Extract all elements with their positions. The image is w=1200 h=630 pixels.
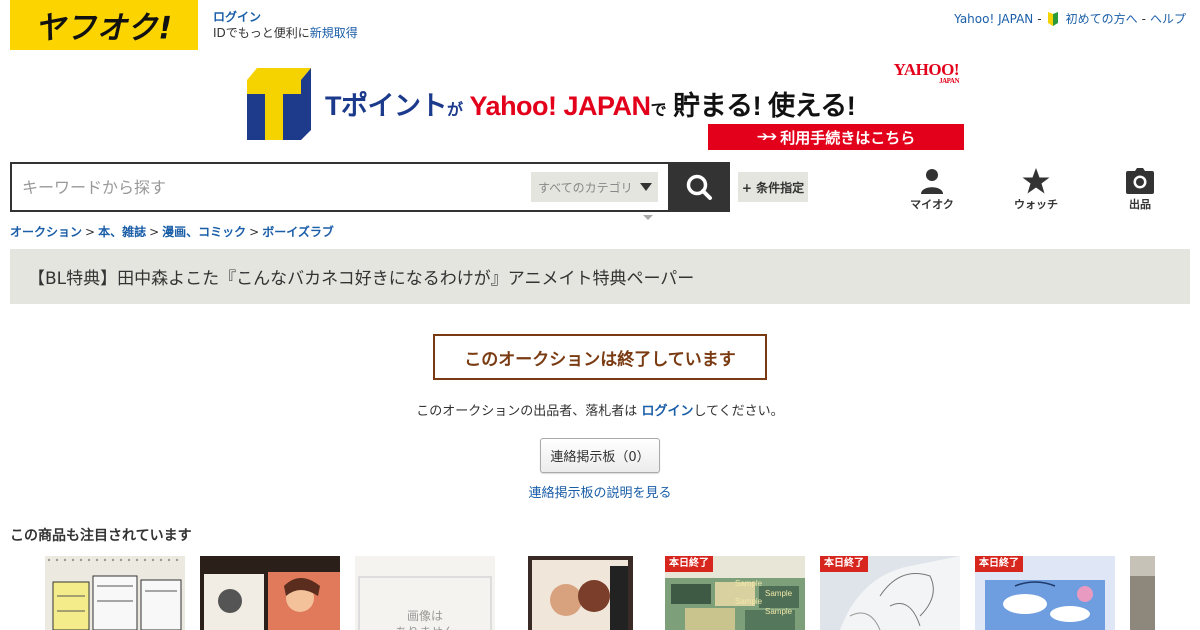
yahoo-japan-link[interactable]: Yahoo! JAPAN (954, 12, 1033, 26)
category-select-label: すべてのカテゴリ (538, 180, 633, 195)
ended-login-note: このオークションの出品者、落札者は ログインしてください。 (0, 400, 1200, 419)
beginners-link[interactable]: 初めての方へ (1066, 10, 1138, 27)
banner-cta-label: 利用手続きはこちら (780, 128, 916, 147)
recommend-item[interactable]: 本日終了 (820, 556, 960, 630)
nav-myauc[interactable]: マイオク (880, 168, 984, 212)
recommend-item[interactable] (200, 556, 340, 630)
brand-small-text: JAPAN (939, 77, 959, 85)
search-icon (686, 174, 712, 200)
ending-today-badge: 本日終了 (820, 556, 868, 572)
svg-text:Sample: Sample (735, 597, 763, 606)
star-icon (1022, 168, 1050, 194)
search-input[interactable] (12, 164, 531, 210)
nav-sell-label: 出品 (1129, 198, 1151, 211)
recommend-item[interactable] (45, 556, 185, 630)
recommend-item[interactable]: 本日終了 Sample Sample Sample Sample (665, 556, 805, 630)
svg-text:Sample: Sample (735, 579, 763, 588)
search-box: すべてのカテゴリ (10, 162, 670, 212)
search-button[interactable] (668, 162, 730, 212)
auction-title-bar: 【BL特典】田中森よこた『こんなバカネコ好きになるわけが』アニメイト特典ペーパー (10, 249, 1190, 304)
login-link[interactable]: ログイン (213, 9, 358, 25)
tpoint-cube-icon (247, 68, 311, 140)
board-help: 連絡掲示板の説明を見る (0, 482, 1200, 501)
breadcrumb-item[interactable]: 本、雑誌 (98, 225, 146, 239)
breadcrumb: オークション > 本、雑誌 > 漫画、コミック > ボーイズラブ (10, 223, 334, 240)
breadcrumb-item[interactable]: オークション (10, 225, 82, 239)
recommend-item[interactable] (510, 556, 650, 630)
svg-text:Sample: Sample (765, 607, 793, 616)
recommend-item[interactable]: 画像は ありません (355, 556, 495, 630)
item-thumbnail (510, 556, 650, 630)
recommend-list: 画像は ありません 本日終了 SampleSampleSampleSample … (45, 556, 1155, 630)
auction-ended-notice: このオークションは終了しています (433, 334, 767, 380)
ending-today-badge: 本日終了 (975, 556, 1023, 572)
beginner-mark-icon (1047, 11, 1058, 26)
banner-de: で (650, 102, 667, 119)
banner-tamaru: 貯まる! 使える! (673, 91, 856, 121)
breadcrumb-item[interactable]: ボーイズラブ (262, 225, 334, 239)
link-sep: - (1141, 11, 1146, 26)
nav-watch[interactable]: ウォッチ (984, 168, 1088, 212)
banner-cta-button[interactable]: ➔➔ 利用手続きはこちら (708, 124, 964, 150)
nav-icons: マイオク ウォッチ 出品 (880, 168, 1192, 212)
small-triangle-icon (643, 215, 653, 220)
recommend-item[interactable]: 本日終了 (975, 556, 1115, 630)
top-links: Yahoo! JAPAN - 初めての方へ - ヘルプ (954, 10, 1186, 27)
login-sub: IDでもっと便利に新規取得 (213, 25, 358, 41)
logo-text: ヤフオク! (34, 10, 174, 48)
yahuoku-logo[interactable]: ヤフオク! (10, 0, 198, 50)
item-thumbnail (200, 556, 340, 630)
note-before: このオークションの出品者、落札者は (416, 404, 642, 419)
banner-headline: Tポイントが Yahoo! JAPANで 貯まる! 使える! (325, 84, 856, 123)
banner-yahoo-japan: Yahoo! JAPAN (469, 91, 652, 121)
nav-sell[interactable]: 出品 (1088, 168, 1192, 212)
item-thumbnail (45, 556, 185, 630)
board-button[interactable]: 連絡掲示板（0） (540, 438, 660, 473)
svg-text:Sample: Sample (765, 589, 793, 598)
note-after: してください。 (693, 404, 784, 419)
nav-myauc-label: マイオク (910, 198, 954, 211)
breadcrumb-item[interactable]: 漫画、コミック (162, 225, 246, 239)
arrows-icon: ➔➔ (756, 129, 778, 145)
no-image-placeholder: 画像は ありません (358, 576, 492, 630)
chevron-down-icon (640, 183, 652, 191)
recommend-item[interactable] (1130, 556, 1155, 630)
conditions-button[interactable]: + 条件指定 (738, 172, 808, 202)
link-sep: - (1037, 11, 1042, 26)
recommend-heading: この商品も注目されています (10, 528, 192, 544)
note-login-link[interactable]: ログイン (641, 404, 693, 419)
breadcrumb-sep: > (249, 225, 260, 239)
banner-ga: が (447, 102, 463, 119)
register-link[interactable]: 新規取得 (310, 26, 358, 40)
login-box: ログイン IDでもっと便利に新規取得 (213, 9, 358, 41)
yahoo-brand-logo: YAHOO! JAPAN (894, 61, 960, 85)
help-link[interactable]: ヘルプ (1150, 10, 1186, 27)
item-thumbnail (1130, 556, 1155, 630)
breadcrumb-sep: > (85, 225, 96, 239)
breadcrumb-sep: > (149, 225, 160, 239)
auction-title: 【BL特典】田中森よこた『こんなバカネコ好きになるわけが』アニメイト特典ペーパー (28, 269, 695, 289)
category-select[interactable]: すべてのカテゴリ (531, 172, 658, 202)
login-sub-text: IDでもっと便利に (213, 26, 310, 40)
nav-watch-label: ウォッチ (1014, 198, 1058, 211)
banner-tpoint: Tポイント (325, 91, 448, 121)
tpoint-banner[interactable]: Tポイントが Yahoo! JAPANで 貯まる! 使える! YAHOO! JA… (245, 61, 965, 152)
ending-today-badge: 本日終了 (665, 556, 713, 572)
user-icon (921, 169, 943, 194)
board-help-link[interactable]: 連絡掲示板の説明を見る (528, 486, 671, 501)
camera-icon (1126, 168, 1154, 194)
